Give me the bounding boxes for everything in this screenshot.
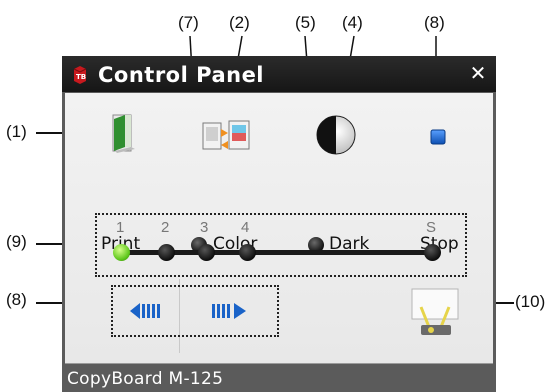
callout-8: (8): [424, 13, 445, 32]
scroll-left-button[interactable]: [127, 293, 167, 329]
callout-4: (4): [342, 13, 363, 32]
scroll-right-icon: [212, 303, 246, 319]
print-icon: [112, 114, 135, 153]
callout-1: (1): [6, 122, 27, 141]
print-button[interactable]: [103, 111, 147, 155]
color-button[interactable]: [199, 115, 255, 157]
page-dot-s[interactable]: [424, 244, 441, 261]
stop-icon: [430, 129, 446, 145]
app-logo-icon: TB: [73, 66, 87, 84]
dark-button[interactable]: [314, 113, 358, 157]
page-dot-2[interactable]: [158, 244, 175, 261]
page-dot-3[interactable]: [198, 244, 215, 261]
scroll-left-icon: [130, 303, 160, 319]
callout-9: (9): [6, 232, 27, 251]
callout-10: (10): [515, 292, 546, 311]
page-label-1: 1: [116, 219, 125, 236]
page-dot-1[interactable]: [113, 244, 130, 261]
page-label-3: 3: [200, 219, 209, 236]
title-bar[interactable]: TB Control Panel ✕: [62, 56, 496, 92]
callout-2: (2): [229, 13, 250, 32]
page-label-2: 2: [161, 219, 170, 236]
window-title: Control Panel: [98, 63, 265, 87]
callout-7: (8): [6, 290, 27, 309]
page-label-4: 4: [241, 219, 250, 236]
page-label-s: S: [426, 219, 437, 236]
panel-body: Print Color: [65, 93, 493, 364]
page-selector-area: [95, 213, 467, 277]
projector-button[interactable]: [407, 285, 463, 341]
status-text: CopyBoard M-125: [67, 369, 224, 389]
page-dot-4[interactable]: [239, 244, 256, 261]
control-panel-window: TB Control Panel ✕ Print: [62, 56, 496, 392]
callout-3: (7): [178, 13, 199, 32]
projector-icon: [411, 288, 459, 335]
status-bar: CopyBoard M-125: [62, 365, 496, 392]
scroll-right-button[interactable]: [209, 293, 249, 329]
stop-button[interactable]: [423, 121, 453, 151]
dark-icon: [316, 115, 356, 155]
color-icon: [202, 120, 250, 150]
svg-text:TB: TB: [76, 73, 86, 81]
callout-5: (5): [295, 13, 316, 32]
close-button[interactable]: ✕: [468, 64, 488, 84]
